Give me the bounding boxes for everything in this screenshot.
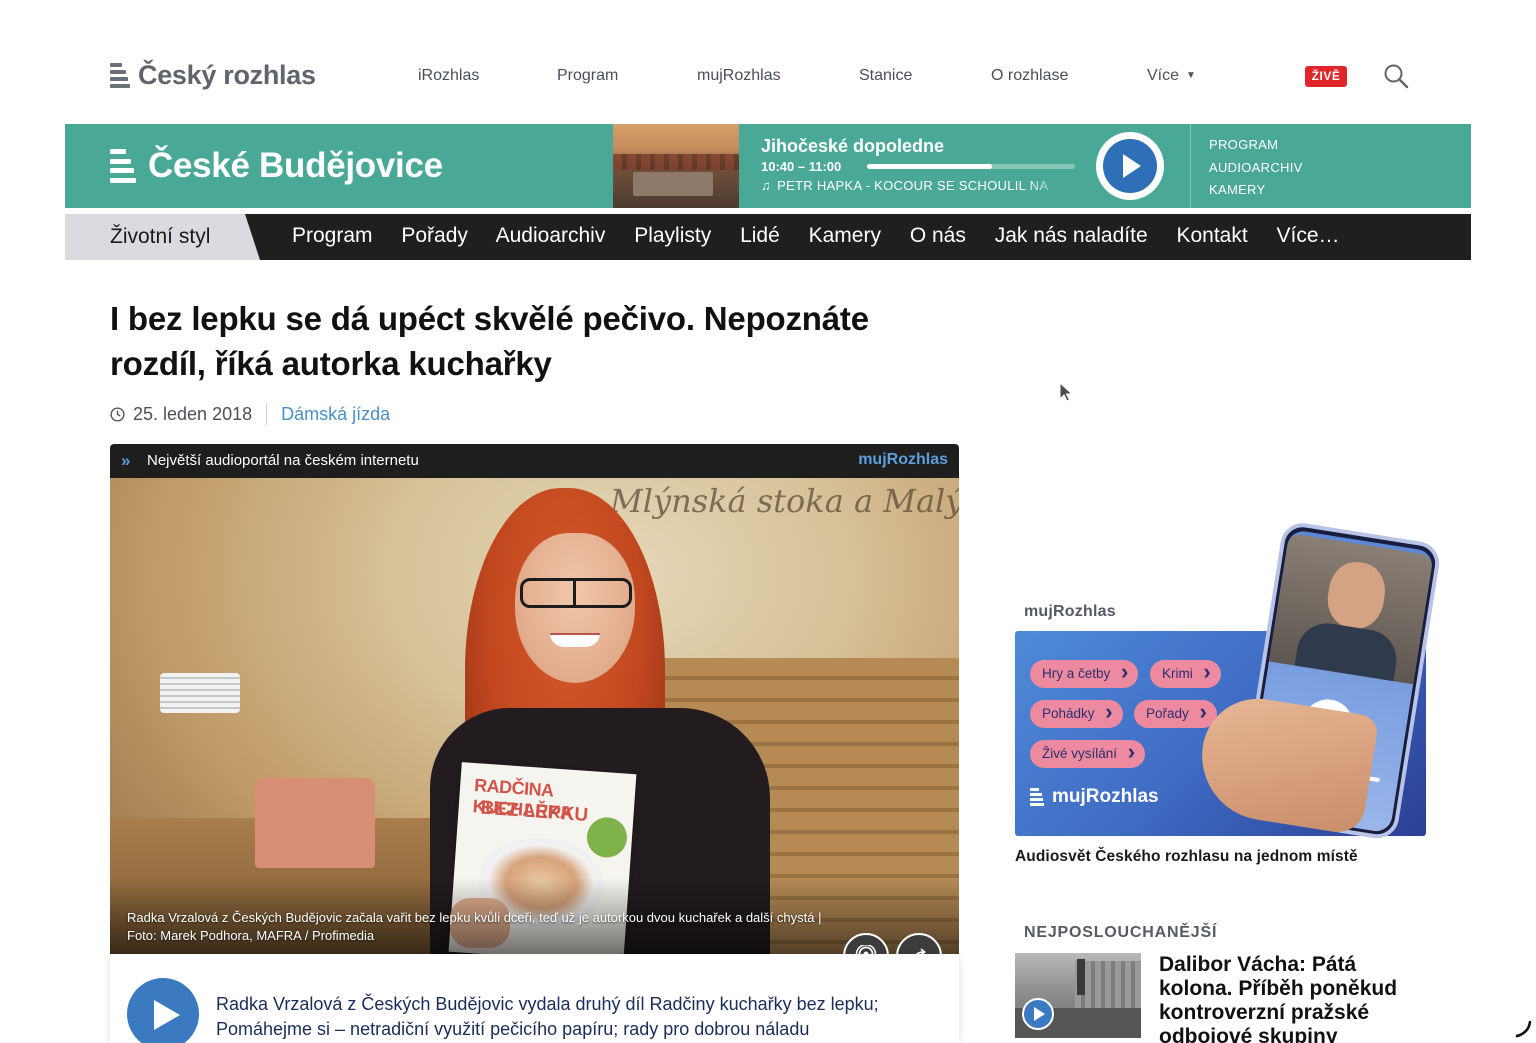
section-label[interactable]: Životní styl xyxy=(110,225,210,249)
nav-mujrozhlas[interactable]: mujRozhlas xyxy=(697,67,781,85)
promo-caption[interactable]: Audiosvět Českého rozhlasu na jednom mís… xyxy=(1015,848,1358,866)
station-name: České Budějovice xyxy=(148,146,443,185)
section-nav-o-nas[interactable]: O nás xyxy=(910,224,966,247)
thumbnail-roofs xyxy=(613,154,739,170)
article-date: 25. leden 2018 xyxy=(133,403,253,424)
section-nav-audioarchiv[interactable]: Audioarchiv xyxy=(496,224,606,247)
nav-o-rozhlase[interactable]: O rozhlase xyxy=(991,67,1068,85)
nav-vice-label: Více xyxy=(1147,67,1180,84)
nav-stanice[interactable]: Stanice xyxy=(859,67,912,85)
corner-cursor-icon xyxy=(1515,1020,1532,1038)
station-logo-bars-icon xyxy=(110,149,136,183)
nav-irozhlas[interactable]: iRozhlas xyxy=(418,67,479,85)
now-playing-fade xyxy=(1026,178,1066,193)
chip-hry-a-cetby[interactable]: Hry a četby xyxy=(1030,658,1139,688)
now-playing-text: PETR HAPKA - KOCOUR SE SCHOULIL NA xyxy=(777,178,1049,193)
article-meta: 25. leden 2018 Dámská jízda xyxy=(110,403,390,425)
chip-pohadky[interactable]: Pohádky xyxy=(1030,698,1123,728)
section-nav-lide[interactable]: Lidé xyxy=(740,224,780,247)
most-listened-label: NEJPOSLOUCHANĚJŠÍ xyxy=(1024,924,1218,941)
station-link-program[interactable]: PROGRAM xyxy=(1209,134,1303,157)
show-time: 10:40 – 11:00 xyxy=(761,159,842,174)
play-icon xyxy=(154,1000,180,1030)
audio-player-row: Radka Vrzalová z Českých Budějovic vydal… xyxy=(110,954,959,1043)
media-bar-brand: mujRozhlas xyxy=(858,451,948,468)
photo-smile xyxy=(550,633,600,647)
chip-krimi[interactable]: Krimi xyxy=(1150,658,1221,688)
page: Český rozhlas iRozhlas Program mujRozhla… xyxy=(0,0,1536,1043)
photo-plates xyxy=(160,673,240,713)
nav-vice[interactable]: Více ▼ xyxy=(1147,67,1196,85)
station-divider xyxy=(1190,124,1191,208)
mouse-cursor-icon xyxy=(1059,381,1074,402)
media-bar-text: Největší audioportál na českém internetu xyxy=(147,452,419,469)
promo-brand: mujRozhlas xyxy=(1030,786,1159,808)
station-link-audioarchiv[interactable]: AUDIOARCHIV xyxy=(1209,157,1303,180)
chip-zive-vysilani[interactable]: Živé vysílání xyxy=(1030,738,1146,768)
meta-separator xyxy=(266,403,268,425)
search-icon[interactable] xyxy=(1383,63,1409,89)
article-category-link[interactable]: Dámská jízda xyxy=(281,404,390,425)
article-headline: I bez lepku se dá upéct skvělé pečivo. N… xyxy=(110,300,869,382)
station-logo[interactable]: České Budějovice xyxy=(110,146,443,186)
live-badge[interactable]: ŽIVĚ xyxy=(1305,66,1347,87)
top-header: Český rozhlas iRozhlas Program mujRozhla… xyxy=(0,0,1536,124)
article-media: » Největší audioportál na českém interne… xyxy=(110,444,959,955)
caret-down-icon: ▼ xyxy=(1186,70,1196,81)
station-thumbnail[interactable] xyxy=(613,124,739,208)
section-nav-kontakt[interactable]: Kontakt xyxy=(1176,224,1247,247)
most-listened-play-button[interactable] xyxy=(1022,998,1054,1030)
promo-logo-bars-icon xyxy=(1030,788,1044,806)
audio-title[interactable]: Radka Vrzalová z Českých Budějovic vydal… xyxy=(216,992,946,1042)
station-banner: České Budějovice Jihočeské dopoledne 10:… xyxy=(65,124,1471,208)
nav-program[interactable]: Program xyxy=(557,67,618,85)
section-nav-vice[interactable]: Více… xyxy=(1277,224,1340,247)
play-circle xyxy=(1103,139,1157,193)
play-icon xyxy=(1034,1007,1045,1021)
media-promo-bar[interactable]: » Největší audioportál na českém interne… xyxy=(110,444,959,478)
section-nav-items: Program Pořady Audioarchiv Playlisty Lid… xyxy=(292,224,1363,248)
photo-wall-text: Mlýnská stoka a Malý xyxy=(610,482,959,520)
station-links: PROGRAM AUDIOARCHIV KAMERY xyxy=(1209,134,1303,202)
section-nav-kamery[interactable]: Kamery xyxy=(809,224,881,247)
section-nav-porady[interactable]: Pořady xyxy=(401,224,468,247)
live-play-button[interactable] xyxy=(1096,132,1164,200)
station-link-kamery[interactable]: KAMERY xyxy=(1209,179,1303,202)
photo-caption: Radka Vrzalová z Českých Budějovic začal… xyxy=(127,910,822,943)
now-playing: ♫ PETR HAPKA - KOCOUR SE SCHOULIL NA xyxy=(761,178,1066,193)
double-chevron-icon: » xyxy=(121,451,131,470)
section-nav-jak-nas-naladite[interactable]: Jak nás naladíte xyxy=(995,224,1148,247)
photo-face xyxy=(515,533,635,683)
photo-glasses xyxy=(520,578,632,608)
show-title[interactable]: Jihočeské dopoledne xyxy=(761,136,944,157)
section-nav: Životní styl Program Pořady Audioarchiv … xyxy=(65,214,1471,260)
photo-bag xyxy=(255,778,375,868)
article-photo[interactable]: Mlýnská stoka a Malý RADČINA KUCHAŘKA BE… xyxy=(110,478,959,955)
thumb-statue xyxy=(1077,959,1085,995)
promo-brand-text: mujRozhlas xyxy=(1052,786,1159,807)
chip-porady[interactable]: Pořady xyxy=(1134,698,1217,728)
section-nav-program[interactable]: Program xyxy=(292,224,373,247)
promo-label: mujRozhlas xyxy=(1024,603,1116,620)
show-progress-fill xyxy=(867,164,992,169)
clock-icon xyxy=(110,406,125,422)
show-progress-bar xyxy=(867,164,1075,169)
most-listened-title[interactable]: Dalibor Vácha: Pátá kolona. Příběh poněk… xyxy=(1159,953,1429,1043)
play-icon xyxy=(1123,154,1141,178)
music-note-icon: ♫ xyxy=(761,178,772,193)
audio-play-button[interactable] xyxy=(127,978,199,1043)
section-nav-playlisty[interactable]: Playlisty xyxy=(634,224,711,247)
thumbnail-square xyxy=(633,172,713,196)
